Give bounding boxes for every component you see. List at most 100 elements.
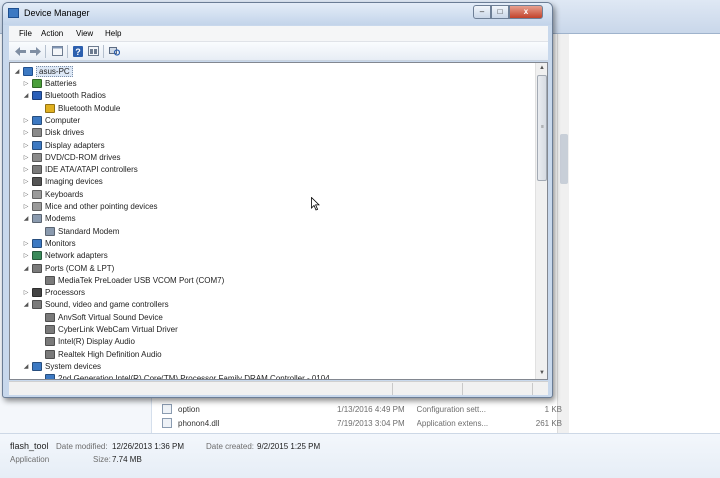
tree-node-label: Bluetooth Radios [45,91,106,101]
tree-category-node[interactable]: ◢ System devices [22,360,537,372]
menu-help[interactable]: Help [105,29,121,38]
expanded-arrow-icon[interactable]: ◢ [13,65,21,77]
menu-view[interactable]: View [76,29,93,38]
collapsed-arrow-icon[interactable]: ▷ [22,188,30,200]
tree-node-label: Keyboards [45,189,84,199]
minimize-button[interactable]: – [473,5,491,19]
help-icon[interactable]: ? [72,45,84,57]
file-date: 1/13/2016 4:49 PM [337,404,405,414]
expanded-arrow-icon[interactable]: ◢ [22,90,30,102]
tree-device-node[interactable]: Realtek High Definition Audio [35,348,547,360]
tree-node-label: Modems [45,214,76,224]
tree-category-node[interactable]: ▷ Mice and other pointing devices [22,201,537,213]
back-arrow-icon[interactable] [14,45,26,57]
scroll-up-arrow-icon[interactable]: ▲ [536,63,547,74]
tree-category-node[interactable]: ◢ Bluetooth Radios [22,90,537,102]
tree-device-node[interactable]: 2nd Generation Intel(R) Core(TM) Process… [35,373,547,379]
tree-category-node[interactable]: ◢ Sound, video and game controllers [22,299,537,311]
tree-node-label: Standard Modem [58,226,120,236]
collapsed-arrow-icon[interactable]: ▷ [22,114,30,126]
tree-root-node[interactable]: ◢ asus-PC [13,65,528,77]
details-date-modified-label: Date modified: [56,442,108,451]
collapsed-arrow-icon[interactable]: ▷ [22,287,30,299]
port-icon [32,263,42,273]
collapsed-arrow-icon[interactable]: ▷ [22,237,30,249]
tree-category-node[interactable]: ◢ Modems [22,213,537,225]
properties-icon[interactable] [51,45,63,57]
explorer-details-pane: flash_tool Date modified: 12/26/2013 1:3… [0,433,720,478]
config-file-icon [162,404,172,414]
details-date-modified-value: 12/26/2013 1:36 PM [112,442,185,451]
port-icon [45,275,55,285]
window-title: Device Manager [24,8,90,18]
tree-category-node[interactable]: ▷ Processors [22,287,537,299]
modem-icon [45,226,55,236]
collapsed-arrow-icon[interactable]: ▷ [22,176,30,188]
menu-action[interactable]: Action [41,29,63,38]
tree-category-node[interactable]: ▷ Batteries [22,78,537,90]
title-bar[interactable]: Device Manager – □ x [3,3,552,25]
camera-icon [32,177,42,187]
scan-hardware-icon[interactable] [108,45,120,57]
tree-category-node[interactable]: ▷ Network adapters [22,250,537,262]
display-adapter-icon [32,140,42,150]
explorer-scrollbar[interactable] [557,34,569,434]
tree-node-label: Realtek High Definition Audio [58,349,162,359]
tree-device-node[interactable]: Bluetooth Module [35,102,547,114]
explorer-file-row[interactable]: phonon4.dll 7/19/2013 3:04 PM Applicatio… [162,416,562,430]
tree-device-node[interactable]: CyberLink WebCam Virtual Driver [35,324,547,336]
dll-file-icon [162,418,172,428]
view-icon[interactable] [87,45,99,57]
tree-device-node[interactable]: AnvSoft Virtual Sound Device [35,311,547,323]
tree-category-node[interactable]: ▷ Imaging devices [22,176,537,188]
tree-category-node[interactable]: ▷ Disk drives [22,127,537,139]
file-date: 7/19/2013 3:04 PM [337,418,405,428]
expanded-arrow-icon[interactable]: ◢ [22,213,30,225]
battery-icon [32,79,42,88]
tree-node-label: Disk drives [45,128,85,138]
expanded-arrow-icon[interactable]: ◢ [22,360,30,372]
collapsed-arrow-icon[interactable]: ▷ [22,78,30,90]
tree-device-node[interactable]: Intel(R) Display Audio [35,336,547,348]
collapsed-arrow-icon[interactable]: ▷ [22,139,30,151]
bluetooth-icon [32,91,42,101]
details-file-name: flash_tool [10,441,49,451]
tree-category-node[interactable]: ▷ Keyboards [22,188,537,200]
tree-category-node[interactable]: ◢ Ports (COM & LPT) [22,262,537,274]
tree-category-node[interactable]: ▷ Display adapters [22,139,537,151]
collapsed-arrow-icon[interactable]: ▷ [22,127,30,139]
processor-icon [32,288,42,298]
tree-node-label: Display adapters [45,140,105,150]
menu-file[interactable]: File [19,29,32,38]
tree-category-node[interactable]: ▷ IDE ATA/ATAPI controllers [22,164,537,176]
collapsed-arrow-icon[interactable]: ▷ [22,201,30,213]
speaker-icon [45,349,55,359]
tree-node-label: Bluetooth Module [58,103,121,113]
expanded-arrow-icon[interactable]: ◢ [22,262,30,274]
tree-node-label: CyberLink WebCam Virtual Driver [58,325,178,334]
tree-scroll-thumb[interactable]: ≡ [537,75,547,181]
close-button[interactable]: x [509,5,543,19]
explorer-scroll-thumb[interactable] [560,134,568,184]
tree-category-node[interactable]: ▷ Monitors [22,237,537,249]
maximize-button[interactable]: □ [491,5,509,19]
details-date-created-label: Date created: [206,442,255,451]
collapsed-arrow-icon[interactable]: ▷ [22,250,30,262]
tree-node-label: Ports (COM & LPT) [45,263,115,273]
dvd-drive-icon [32,152,42,162]
tree-category-node[interactable]: ▷ Computer [22,114,537,126]
menu-bar: File Action View Help [9,26,548,42]
tree-device-node[interactable]: Standard Modem [35,225,547,237]
expanded-arrow-icon[interactable]: ◢ [22,299,30,311]
tree-node-label: DVD/CD-ROM drives [45,152,121,162]
collapsed-arrow-icon[interactable]: ▷ [22,151,30,163]
tree-category-node[interactable]: ▷ DVD/CD-ROM drives [22,151,537,163]
explorer-file-row[interactable]: option 1/13/2016 4:49 PM Configuration s… [162,402,562,416]
disk-drive-icon [32,128,42,138]
tree-device-node[interactable]: MediaTek PreLoader USB VCOM Port (COM7) [35,274,547,286]
forward-arrow-icon[interactable] [29,45,41,57]
collapsed-arrow-icon[interactable]: ▷ [22,164,30,176]
